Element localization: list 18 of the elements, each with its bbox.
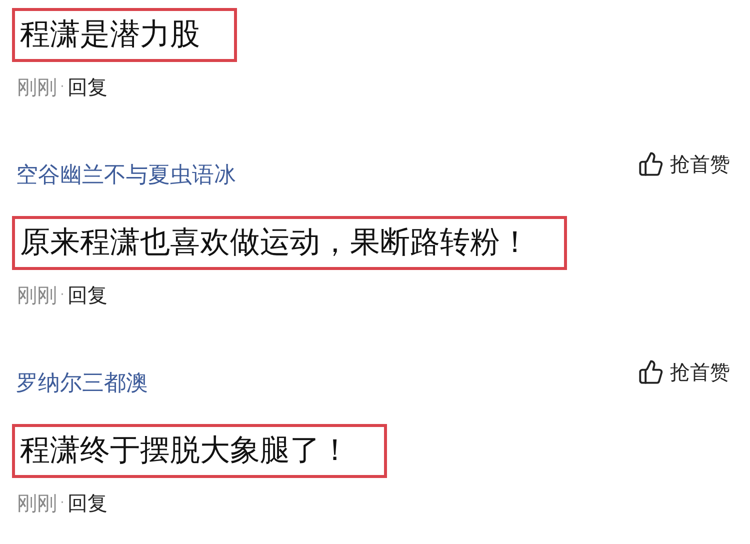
- separator-dot: ·: [60, 78, 64, 97]
- reply-link[interactable]: 回复: [67, 75, 108, 99]
- comment-text: 程潇终于摆脱大象腿了！: [12, 424, 387, 478]
- separator-dot: ·: [60, 286, 64, 305]
- commenter-name[interactable]: 罗纳尔三都澳: [16, 369, 148, 399]
- like-button[interactable]: 抢首赞: [638, 151, 730, 177]
- separator-dot: ·: [60, 494, 64, 513]
- reply-link[interactable]: 回复: [67, 283, 108, 307]
- thumbs-up-icon: [638, 359, 664, 385]
- comment-text: 原来程潇也喜欢做运动，果断路转粉！: [12, 216, 567, 270]
- comment-time: 刚刚: [17, 491, 57, 515]
- comment-time: 刚刚: [17, 283, 57, 307]
- comment-time: 刚刚: [17, 75, 57, 99]
- reply-link[interactable]: 回复: [67, 491, 108, 515]
- commenter-name[interactable]: 空谷幽兰不与夏虫语冰: [16, 161, 236, 191]
- thumbs-up-icon: [638, 151, 664, 177]
- comment-text: 程潇是潜力股: [12, 8, 237, 62]
- like-button[interactable]: 抢首赞: [638, 359, 730, 385]
